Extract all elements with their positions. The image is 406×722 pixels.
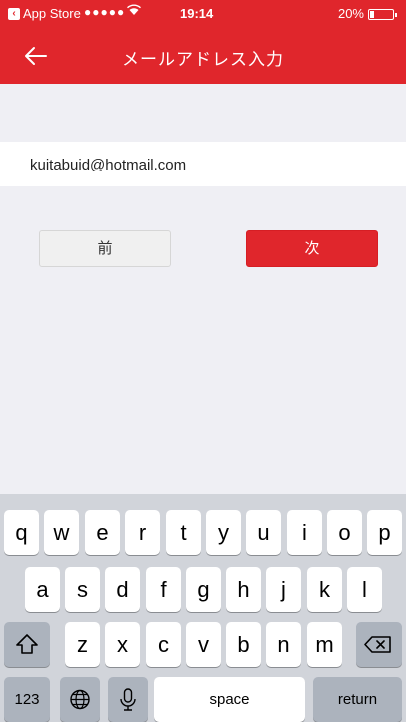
globe-icon	[70, 689, 90, 710]
battery-icon	[368, 9, 397, 20]
key-l[interactable]: l	[347, 567, 382, 612]
on-screen-keyboard: q w e r t y u i o p a s d f g h j k l z …	[0, 494, 406, 722]
delete-key[interactable]	[356, 622, 402, 667]
next-button[interactable]: 次	[246, 230, 378, 267]
key-i[interactable]: i	[287, 510, 322, 555]
key-b[interactable]: b	[226, 622, 261, 667]
clock-time: 19:14	[180, 6, 214, 21]
signal-strength: ●●●●●	[84, 5, 126, 19]
back-app-label: App Store	[23, 6, 81, 21]
key-u[interactable]: u	[246, 510, 281, 555]
key-d[interactable]: d	[105, 567, 140, 612]
email-row	[0, 142, 406, 186]
key-p[interactable]: p	[367, 510, 402, 555]
back-chevron-icon: ‹	[8, 7, 20, 20]
key-a[interactable]: a	[25, 567, 60, 612]
key-x[interactable]: x	[105, 622, 140, 667]
key-y[interactable]: y	[206, 510, 241, 555]
key-q[interactable]: q	[4, 510, 39, 555]
dictation-key[interactable]	[108, 677, 148, 722]
text-mask	[30, 171, 230, 186]
key-n[interactable]: n	[266, 622, 301, 667]
prev-button[interactable]: 前	[39, 230, 171, 267]
wifi-icon	[127, 4, 141, 19]
globe-key[interactable]	[60, 677, 100, 722]
header-spacer	[0, 84, 406, 142]
key-f[interactable]: f	[146, 567, 181, 612]
key-v[interactable]: v	[186, 622, 221, 667]
status-bar: ‹ App Store ●●●●● 19:14 20%	[0, 0, 406, 28]
backspace-icon	[364, 636, 391, 653]
key-w[interactable]: w	[44, 510, 79, 555]
key-g[interactable]: g	[186, 567, 221, 612]
key-k[interactable]: k	[307, 567, 342, 612]
key-c[interactable]: c	[146, 622, 181, 667]
key-r[interactable]: r	[125, 510, 160, 555]
key-h[interactable]: h	[226, 567, 261, 612]
key-t[interactable]: t	[166, 510, 201, 555]
key-m[interactable]: m	[307, 622, 342, 667]
back-to-app-store[interactable]: ‹ App Store	[8, 6, 81, 21]
key-e[interactable]: e	[85, 510, 120, 555]
navigation-bar: メールアドレス入力	[0, 28, 406, 84]
shift-icon	[16, 634, 38, 654]
battery-percent: 20%	[337, 6, 364, 21]
space-key[interactable]: space	[154, 677, 305, 722]
key-o[interactable]: o	[327, 510, 362, 555]
key-z[interactable]: z	[65, 622, 100, 667]
key-s[interactable]: s	[65, 567, 100, 612]
return-key[interactable]: return	[313, 677, 402, 722]
key-j[interactable]: j	[266, 567, 301, 612]
microphone-icon	[120, 688, 136, 711]
shift-key[interactable]	[4, 622, 50, 667]
numbers-key[interactable]: 123	[4, 677, 50, 722]
page-title: メールアドレス入力	[122, 50, 284, 70]
